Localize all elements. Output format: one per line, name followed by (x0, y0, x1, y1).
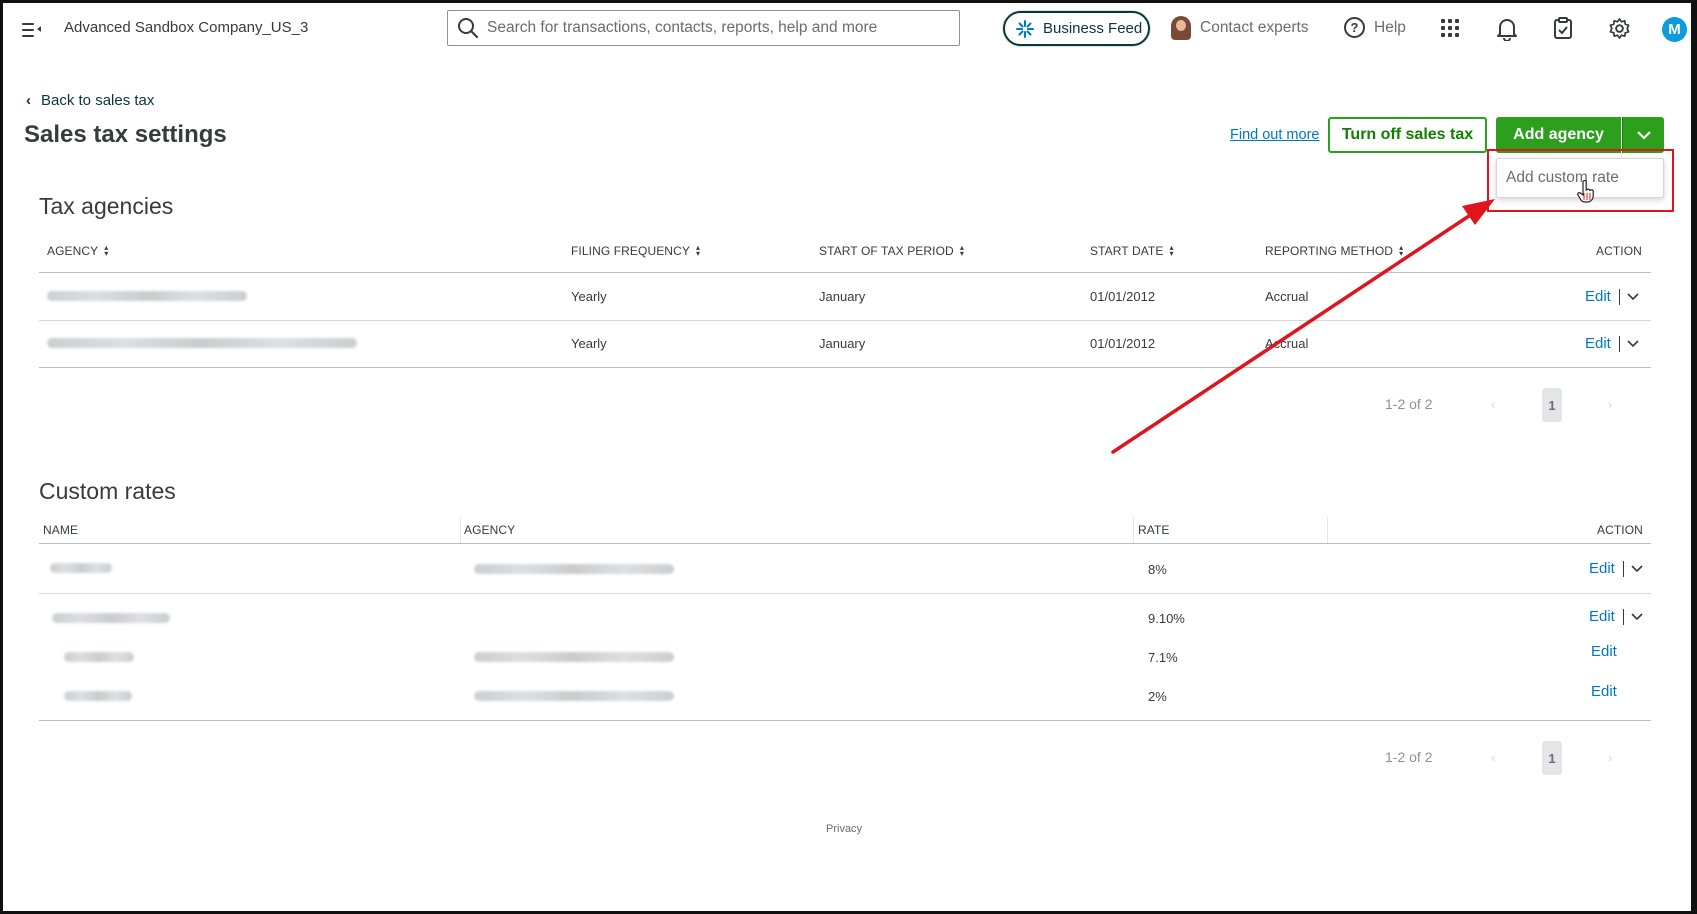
edit-link[interactable]: Edit (1591, 643, 1617, 660)
pagination-range: 1-2 of 2 (1385, 749, 1433, 765)
row-divider (39, 320, 1651, 321)
next-page-icon[interactable]: › (1608, 750, 1612, 765)
next-page-icon[interactable]: › (1608, 397, 1612, 412)
cell-period: January (819, 336, 866, 351)
search-input[interactable] (487, 19, 927, 37)
edit-link[interactable]: Edit (1591, 683, 1617, 700)
row-edit-action[interactable]: Edit (1585, 288, 1639, 305)
table-divider (39, 367, 1651, 368)
sparkle-icon (1016, 19, 1034, 38)
redacted-agency-name (474, 691, 674, 701)
cell-start-date: 01/01/2012 (1090, 289, 1156, 304)
table-divider (39, 272, 1651, 273)
sort-icon: ▴ ▾ (104, 243, 109, 258)
col-header-filing-frequency[interactable]: FILING FREQUENCY ▴ ▾ (571, 243, 701, 259)
col-header-start-of-tax-period[interactable]: START OF TAX PERIOD ▴ ▾ (819, 243, 964, 259)
cell-rate: 9.10% (1148, 611, 1185, 626)
row-edit-action[interactable]: Edit (1589, 560, 1643, 577)
help-button[interactable]: ? Help (1344, 17, 1406, 38)
clipboard-icon[interactable] (1553, 16, 1573, 40)
sort-icon: ▴ ▾ (1169, 243, 1174, 258)
redacted-rate-name (52, 613, 170, 623)
column-separator (1133, 517, 1134, 543)
column-separator (1327, 517, 1328, 543)
cell-method: Accrual (1265, 336, 1309, 351)
menu-icon[interactable] (22, 20, 44, 38)
redacted-rate-name (64, 652, 134, 662)
col-header-name: NAME (43, 523, 79, 537)
business-feed-button[interactable]: Business Feed (1003, 11, 1150, 46)
page-number[interactable]: 1 (1542, 388, 1562, 422)
cell-period: January (819, 289, 866, 304)
edit-link[interactable]: Edit (1585, 335, 1611, 352)
col-header-start-date[interactable]: START DATE ▴ ▾ (1090, 243, 1174, 259)
contact-experts-label: Contact experts (1200, 19, 1309, 36)
row-edit-action[interactable]: Edit (1585, 335, 1639, 352)
edit-link[interactable]: Edit (1589, 560, 1615, 577)
back-link-label: Back to sales tax (41, 92, 155, 109)
col-header-reporting-method[interactable]: REPORTING METHOD ▴ ▾ (1265, 243, 1404, 259)
find-out-more-link[interactable]: Find out more (1230, 127, 1319, 143)
user-avatar[interactable]: M (1662, 17, 1687, 42)
apps-grid-icon[interactable] (1441, 19, 1459, 37)
chevron-down-icon (1636, 131, 1651, 140)
cell-rate: 2% (1148, 689, 1167, 704)
row-edit-action[interactable]: Edit (1589, 608, 1643, 625)
privacy-link[interactable]: Privacy (826, 823, 862, 835)
chevron-down-icon[interactable] (1627, 339, 1639, 348)
help-label: Help (1374, 18, 1406, 36)
global-search[interactable] (447, 10, 960, 46)
pagination-range: 1-2 of 2 (1385, 396, 1433, 412)
chevron-down-icon[interactable] (1631, 564, 1643, 573)
add-agency-button[interactable]: Add agency (1496, 117, 1621, 153)
company-name[interactable]: Advanced Sandbox Company_US_3 (64, 19, 308, 36)
sort-icon: ▴ ▾ (695, 243, 701, 258)
custom-rates-title: Custom rates (39, 478, 176, 504)
cell-rate: 7.1% (1148, 650, 1178, 665)
help-icon: ? (1344, 17, 1365, 38)
expert-avatar (1171, 16, 1191, 40)
col-header-action: ACTION (1597, 523, 1643, 537)
col-header-agency[interactable]: AGENCY ▴ ▾ (47, 243, 109, 259)
edit-link[interactable]: Edit (1585, 288, 1611, 305)
gear-icon[interactable] (1608, 17, 1631, 40)
table-divider (39, 720, 1651, 721)
redacted-agency-name (47, 291, 247, 301)
redacted-agency-name (47, 338, 357, 348)
chevron-left-icon: ‹ (26, 92, 31, 109)
prev-page-icon[interactable]: ‹ (1491, 397, 1495, 412)
cell-method: Accrual (1265, 289, 1309, 304)
search-icon (458, 18, 479, 39)
redacted-agency-name (474, 564, 674, 574)
back-to-sales-tax-link[interactable]: ‹ Back to sales tax (26, 92, 154, 109)
chevron-down-icon[interactable] (1627, 292, 1639, 301)
contact-experts-button[interactable]: Contact experts (1171, 16, 1309, 40)
add-agency-dropdown-toggle[interactable] (1622, 117, 1664, 153)
cell-start-date: 01/01/2012 (1090, 336, 1156, 351)
cell-frequency: Yearly (571, 289, 607, 304)
col-header-agency: AGENCY (464, 523, 516, 537)
edit-link[interactable]: Edit (1589, 608, 1615, 625)
page-title: Sales tax settings (24, 121, 227, 148)
bell-icon[interactable] (1496, 17, 1518, 41)
tax-agencies-title: Tax agencies (39, 193, 174, 219)
prev-page-icon[interactable]: ‹ (1491, 750, 1495, 765)
sort-icon: ▴ ▾ (959, 243, 964, 258)
column-separator (460, 517, 461, 543)
sort-icon: ▴ ▾ (1399, 243, 1404, 258)
col-header-action: ACTION (1596, 244, 1642, 258)
hand-cursor-icon (1577, 179, 1595, 209)
table-divider (39, 543, 1651, 544)
business-feed-label: Business Feed (1043, 20, 1143, 37)
turn-off-sales-tax-button[interactable]: Turn off sales tax (1328, 117, 1487, 153)
cell-rate: 8% (1148, 562, 1167, 577)
col-header-rate: RATE (1138, 523, 1170, 537)
cell-frequency: Yearly (571, 336, 607, 351)
redacted-rate-name (50, 563, 112, 573)
page-number[interactable]: 1 (1542, 741, 1562, 775)
chevron-down-icon[interactable] (1631, 612, 1643, 621)
redacted-agency-name (474, 652, 674, 662)
redacted-rate-name (64, 691, 132, 701)
row-divider (39, 593, 1651, 594)
